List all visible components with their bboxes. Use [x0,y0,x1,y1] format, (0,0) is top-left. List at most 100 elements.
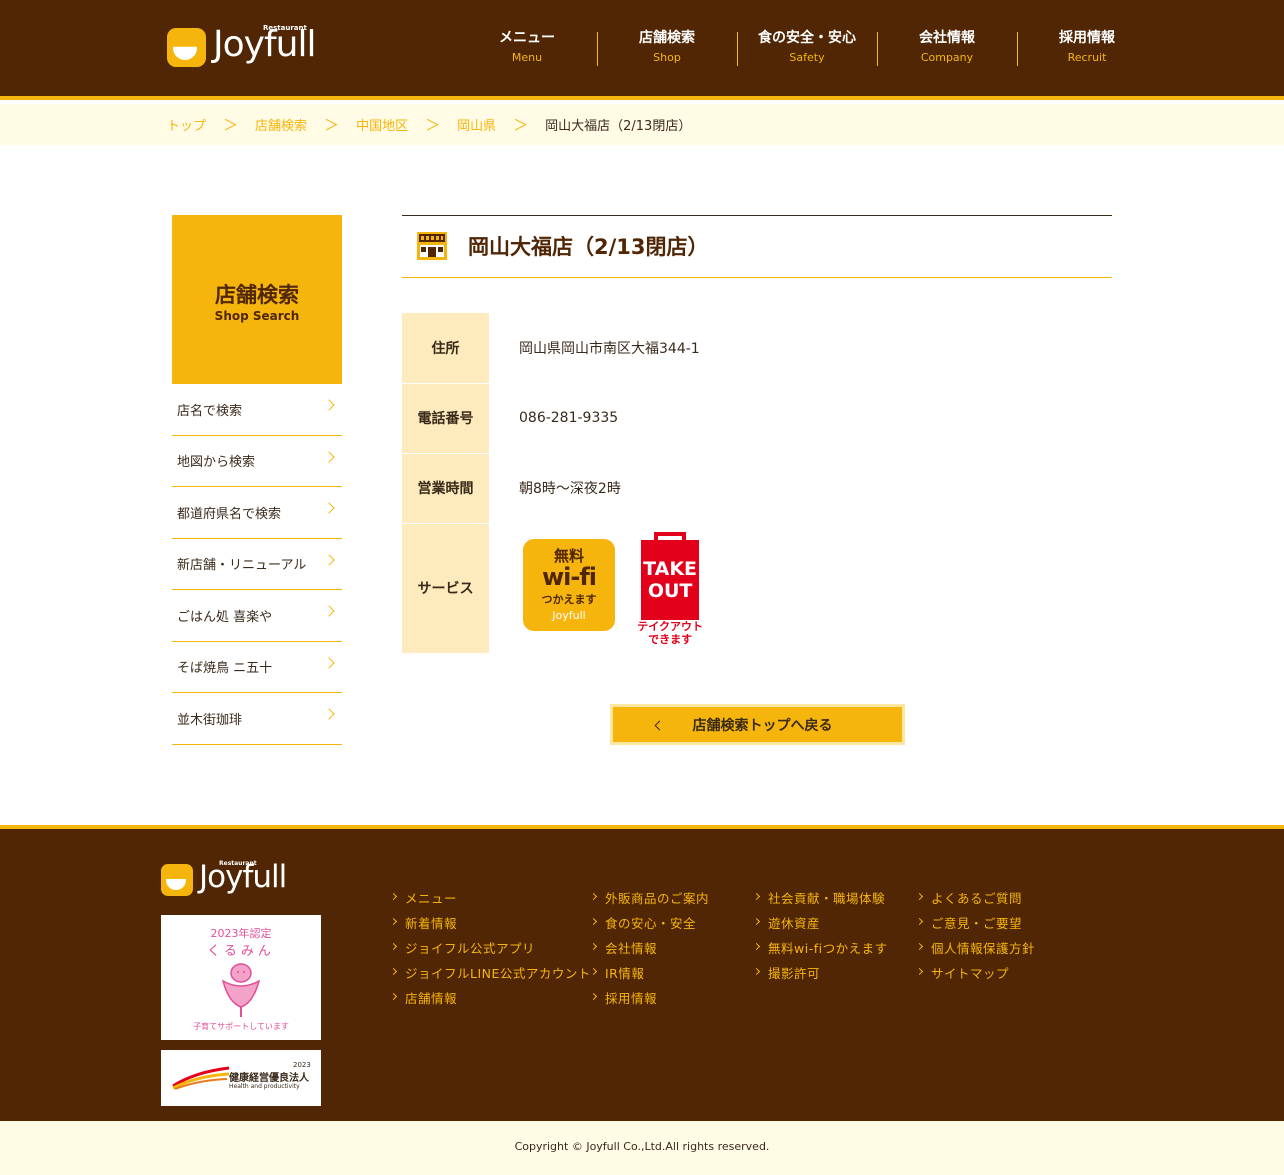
nav-safety[interactable]: 食の安全・安心 Safety [737,28,877,68]
takeout-line2: OUT [647,580,693,602]
breadcrumb-top-link[interactable]: トップ [167,115,206,134]
footer-link-recruit[interactable]: 採用情報 [589,986,709,1011]
footer-link-social-contribution[interactable]: 社会貢献・職場体験 [752,886,888,911]
sidebar-subtitle: Shop Search [214,309,300,323]
shop-detail: 岡山大福店（2/13閉店） 住所 岡山県岡山市南区大福344-1 電話番号 08… [402,215,1112,745]
breadcrumb-current: 岡山大福店（2/13閉店） [545,119,692,134]
table-row: 住所 岡山県岡山市南区大福344-1 [402,313,1112,384]
sidebar-item-label: 地図から検索 [177,455,256,471]
chevron-right-icon [323,656,335,669]
sidebar-item-label: 並木街珈琲 [177,712,243,728]
joyfull-logo-mark-icon [167,28,206,67]
service-label: サービス [402,523,489,654]
logo-wordmark: Joyfull [213,24,316,65]
breadcrumb-shop-search-link[interactable]: 店舗検索 [255,115,307,134]
sidebar-item-search-by-map[interactable]: 地図から検索 [172,436,342,487]
table-row: サービス [402,523,1112,654]
shop-name-heading: 岡山大福店（2/13閉店） [468,235,709,259]
footer-link-official-app[interactable]: ジョイフル公式アプリ [389,936,591,961]
table-row: 営業時間 朝8時〜深夜2時 [402,453,1112,524]
health-management-badge: 2023 健康経営優良法人 Health and productivity [161,1050,321,1106]
shop-title-bar: 岡山大福店（2/13閉店） [402,215,1112,278]
footer-link-menu[interactable]: メニュー [389,886,591,911]
breadcrumb-separator: ＞ [513,116,529,134]
global-nav: メニュー Menu 店舗検索 Shop 食の安全・安心 Safety 会社情報 … [457,28,1157,68]
footer-joyfull-logo[interactable]: Restaurant Joyfull [161,859,311,897]
sidebar-item-search-by-name[interactable]: 店名で検索 [172,384,342,436]
footer-links-column-3: 社会貢献・職場体験 遊休資産 無料wi-fiつかえます 撮影許可 [752,886,888,986]
chevron-right-icon [323,399,335,411]
nav-menu-label: メニュー [499,30,555,46]
nav-menu-sublabel: Menu [511,51,543,64]
shop-info-table: 住所 岡山県岡山市南区大福344-1 電話番号 086-281-9335 営業時… [402,313,1112,654]
sidebar-menu: 店名で検索 地図から検索 都道府県名で検索 新店舗・リニューアル ごはん処 喜楽… [172,384,342,745]
sidebar-item-nigoju[interactable]: そば焼鳥 ニ五十 [172,642,342,693]
copyright: Copyright © Joyfull Co.,Ltd.All rights r… [0,1121,1284,1175]
kurumin-caption: 子育てサポートしています [193,1022,289,1031]
kurumin-certification-badge: 2023年認定 くるみん 子育てサポートしています [161,915,321,1040]
back-to-shop-search-button[interactable]: 店舗検索トップへ戻る [610,704,905,745]
footer-logo-wordmark: Joyfull [199,859,287,895]
footer-link-food-safety[interactable]: 食の安心・安全 [589,911,709,936]
breadcrumb-prefecture-link[interactable]: 岡山県 [457,115,496,134]
joyfull-logo[interactable]: Restaurant Joyfull [167,24,342,68]
footer-links-column-1: メニュー 新着情報 ジョイフル公式アプリ ジョイフルLINE公式アカウント 店舗… [389,886,591,1011]
footer-link-free-wifi[interactable]: 無料wi-fiつかえます [752,936,888,961]
chevron-right-icon [323,708,335,720]
footer-link-feedback[interactable]: ご意見・ご要望 [915,911,1035,936]
sidebar-item-namikigai-coffee[interactable]: 並木街珈琲 [172,693,342,745]
breadcrumb-region-link[interactable]: 中国地区 [356,115,408,134]
footer-link-faq[interactable]: よくあるご質問 [915,886,1035,911]
sidebar-item-new-renewal[interactable]: 新店舗・リニューアル [172,539,342,590]
sidebar-item-search-by-prefecture[interactable]: 都道府県名で検索 [172,487,342,539]
kurumin-year: 2023年認定 [210,927,272,940]
storefront-icon [417,232,447,260]
nav-shop[interactable]: 店舗検索 Shop [597,28,737,68]
footer-link-idle-assets[interactable]: 遊休資産 [752,911,888,936]
footer-link-photo-permission[interactable]: 撮影許可 [752,961,888,986]
nav-company-sublabel: Company [920,51,974,64]
sidebar-item-label: 都道府県名で検索 [177,506,282,522]
footer-link-company[interactable]: 会社情報 [589,936,709,961]
nav-recruit[interactable]: 採用情報 Recruit [1017,28,1157,68]
nav-shop-label: 店舗検索 [639,30,695,46]
footer-link-sitemap[interactable]: サイトマップ [915,961,1035,986]
site-header: Restaurant Joyfull メニュー Menu 店舗検索 Shop 食… [0,0,1284,100]
wifi-badge-line3: つかえます [541,593,597,606]
nav-safety-sublabel: Safety [789,51,825,64]
takeout-badge-text: TAKE OUT [634,558,706,602]
nav-company-label: 会社情報 [919,30,975,46]
kenko-subtitle: Health and productivity [229,1083,300,1090]
joyfull-logo-mark-icon [161,864,193,896]
phone-value[interactable]: 086-281-9335 [489,383,1112,453]
takeout-sub2: できます [648,633,693,646]
footer-link-shop-info[interactable]: 店舗情報 [389,986,591,1011]
sidebar-item-label: 新店舗・リニューアル [177,558,307,574]
footer-link-news[interactable]: 新着情報 [389,911,591,936]
nav-recruit-sublabel: Recruit [1067,51,1107,64]
footer-link-ir[interactable]: IR情報 [589,961,709,986]
nav-company[interactable]: 会社情報 Company [877,28,1017,68]
breadcrumb: トップ ＞ 店舗検索 ＞ 中国地区 ＞ 岡山県 ＞ 岡山大福店（2/13閉店） [0,104,1284,145]
table-row: 電話番号 086-281-9335 [402,383,1112,454]
nav-menu[interactable]: メニュー Menu [457,28,597,68]
takeout-sub1: テイクアウト [637,620,703,633]
nav-safety-label: 食の安全・安心 [758,30,856,46]
kenko-swoosh-icon [172,1066,230,1090]
footer-links-column-4: よくあるご質問 ご意見・ご要望 個人情報保護方針 サイトマップ [915,886,1035,986]
back-button-label: 店舗検索トップへ戻る [692,717,833,734]
phone-label: 電話番号 [402,383,489,454]
footer-link-privacy-policy[interactable]: 個人情報保護方針 [915,936,1035,961]
site-footer: Restaurant Joyfull 2023年認定 くるみん 子育てサポートし… [0,825,1284,1121]
footer-link-line-account[interactable]: ジョイフルLINE公式アカウント [389,961,591,986]
shop-search-sidebar: 店舗検索 Shop Search 店名で検索 地図から検索 都道府県名で検索 新… [172,215,342,745]
sidebar-item-label: ごはん処 喜楽や [177,609,273,625]
sidebar-item-kirakuya[interactable]: ごはん処 喜楽や [172,590,342,642]
nav-recruit-label: 採用情報 [1059,30,1115,46]
hours-value: 朝8時〜深夜2時 [519,481,621,497]
sidebar-item-label: そば焼鳥 ニ五十 [177,661,273,677]
kurumin-mascot-icon [221,963,261,1017]
free-wifi-badge-icon: 無料 wi-fi つかえます Joyfull [523,539,615,631]
nav-shop-sublabel: Shop [653,51,681,64]
footer-link-retail-products[interactable]: 外販商品のご案内 [589,886,709,911]
